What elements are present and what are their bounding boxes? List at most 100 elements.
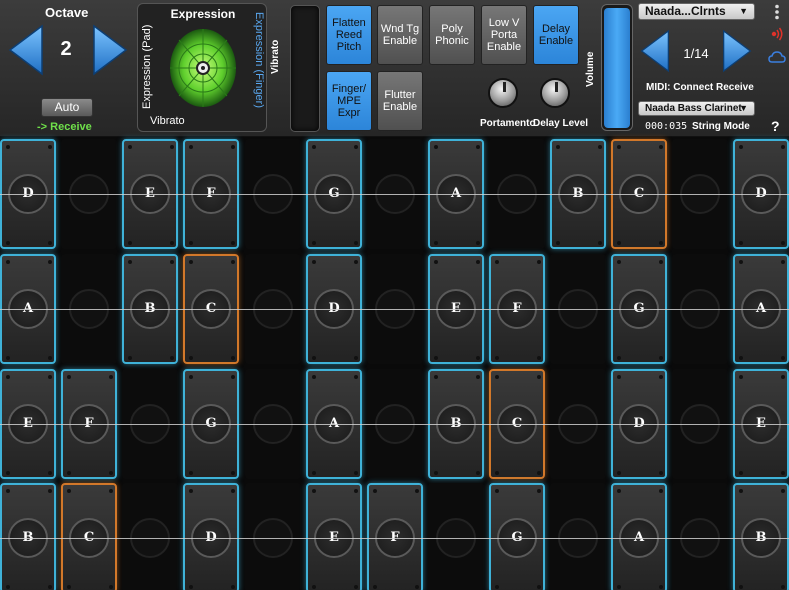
rivet — [6, 241, 10, 245]
rivet — [781, 356, 785, 360]
rivet — [739, 241, 743, 245]
preset-prev-button[interactable] — [640, 26, 670, 76]
arrow-right-icon — [723, 29, 752, 73]
empty-pad[interactable] — [245, 483, 301, 590]
rivet — [48, 356, 52, 360]
preset-next-button[interactable] — [722, 26, 752, 76]
flatten-reed-pitch-button[interactable]: Flatten Reed Pitch — [326, 5, 372, 65]
note-pad-b[interactable]: B — [733, 483, 789, 590]
rivet — [659, 260, 663, 264]
rivet — [617, 356, 621, 360]
rivet — [556, 241, 560, 245]
empty-pad[interactable] — [428, 483, 484, 590]
note-pad-e[interactable]: E — [306, 483, 362, 590]
rivet — [170, 241, 174, 245]
rivet — [434, 145, 438, 149]
rivet — [67, 471, 71, 475]
rivet — [781, 375, 785, 379]
arrow-right-icon — [93, 24, 128, 76]
caret-down-icon: ▼ — [739, 6, 748, 16]
rivet — [109, 489, 113, 493]
rivet — [659, 471, 663, 475]
broadcast-icon[interactable] — [768, 26, 786, 42]
more-menu-icon[interactable] — [772, 4, 782, 20]
rivet — [354, 241, 358, 245]
rivet — [6, 489, 10, 493]
rivet — [231, 471, 235, 475]
octave-down-button[interactable] — [8, 24, 44, 76]
rivet — [231, 260, 235, 264]
instrument-dropdown[interactable]: Naada Bass Clarinet ▼ — [638, 101, 755, 116]
rivet — [659, 356, 663, 360]
rivet — [434, 260, 438, 264]
rivet — [659, 145, 663, 149]
arrow-left-icon — [640, 29, 669, 73]
rivet — [659, 489, 663, 493]
rivet — [476, 260, 480, 264]
rivet — [617, 471, 621, 475]
rivet — [476, 356, 480, 360]
rivet — [312, 145, 316, 149]
wind-trigger-enable-button[interactable]: Wnd Tg Enable — [377, 5, 423, 65]
expression-title: Expression — [170, 7, 236, 21]
portamento-knob[interactable] — [488, 78, 518, 108]
time-counter: 000:035 — [645, 121, 688, 132]
rivet — [312, 585, 316, 589]
rivet — [6, 375, 10, 379]
finger-mpe-expr-button[interactable]: Finger/ MPE Expr — [326, 71, 372, 131]
rivet — [739, 260, 743, 264]
delay-level-knob[interactable] — [540, 78, 570, 108]
rivet — [495, 585, 499, 589]
rivet — [354, 489, 358, 493]
rivet — [6, 260, 10, 264]
delay-enable-button[interactable]: Delay Enable — [533, 5, 579, 65]
rivet — [537, 489, 541, 493]
octave-up-button[interactable] — [92, 24, 128, 76]
octave-label: Octave — [45, 5, 89, 20]
expression-pad[interactable]: Expression Expression (Pad) Expression (… — [137, 3, 267, 132]
rivet — [739, 489, 743, 493]
flutter-enable-button[interactable]: Flutter Enable — [377, 71, 423, 131]
rivet — [739, 145, 743, 149]
cloud-icon[interactable] — [768, 50, 786, 64]
string-mode-label: String Mode — [692, 121, 750, 132]
vibrato-slider[interactable] — [290, 5, 320, 132]
rivet — [189, 260, 193, 264]
rivet — [373, 489, 377, 493]
rivet — [189, 489, 193, 493]
portamento-label: Portamento — [480, 118, 536, 129]
rivet — [189, 471, 193, 475]
rivet — [67, 375, 71, 379]
rivet — [189, 585, 193, 589]
poly-phonic-button[interactable]: Poly Phonic — [429, 5, 475, 65]
rivet — [109, 585, 113, 589]
note-pad-b[interactable]: B — [0, 483, 56, 590]
rivet — [659, 375, 663, 379]
note-pad-f[interactable]: F — [367, 483, 423, 590]
note-grid: DEFGABCDABCDEFGAEFGABCDEBCDEFGAB — [0, 137, 789, 590]
rivet — [617, 145, 621, 149]
empty-pad[interactable] — [122, 483, 178, 590]
auto-button[interactable]: Auto — [41, 98, 93, 117]
rivet — [354, 260, 358, 264]
empty-pad[interactable] — [672, 483, 728, 590]
note-pad-c[interactable]: C — [61, 483, 117, 590]
rivet — [312, 356, 316, 360]
string-line — [0, 194, 789, 195]
preset-dropdown[interactable]: Naada...Clrnts ▼ — [638, 3, 755, 20]
note-pad-g[interactable]: G — [489, 483, 545, 590]
empty-pad[interactable] — [550, 483, 606, 590]
rivet — [48, 375, 52, 379]
rivet — [67, 489, 71, 493]
rivet — [537, 356, 541, 360]
help-button[interactable]: ? — [771, 118, 780, 134]
low-v-porta-enable-button[interactable]: Low V Porta Enable — [481, 5, 527, 65]
note-pad-d[interactable]: D — [183, 483, 239, 590]
rivet — [598, 145, 602, 149]
rivet — [434, 471, 438, 475]
note-pad-a[interactable]: A — [611, 483, 667, 590]
rivet — [781, 145, 785, 149]
rivet — [48, 241, 52, 245]
rivet — [231, 145, 235, 149]
volume-label: Volume — [585, 51, 596, 87]
